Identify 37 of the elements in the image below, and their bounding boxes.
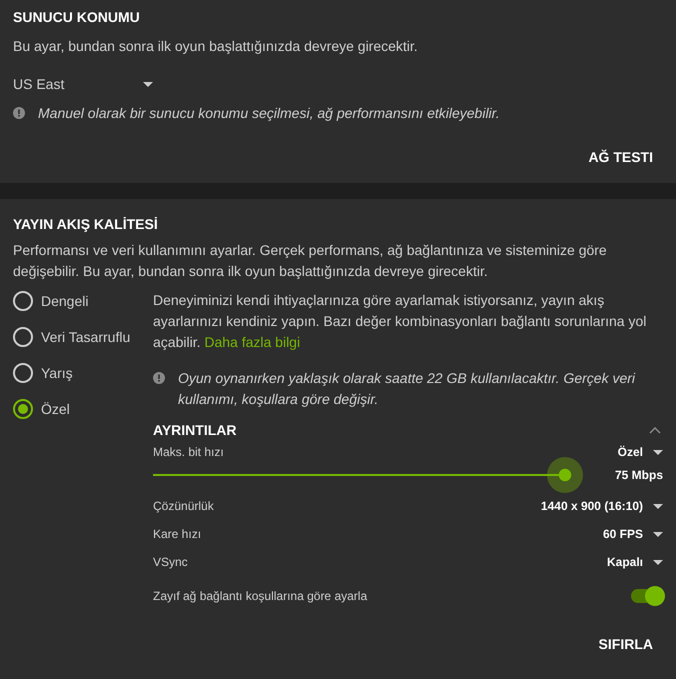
setting-label: VSync [153,555,188,569]
caret-icon [653,560,663,564]
details-title: AYRINTILAR [153,422,236,438]
bitrate-dropdown[interactable]: Özel [618,445,663,459]
bitrate-reading: 75 Mbps [614,468,663,482]
toggle-switch[interactable] [631,589,663,603]
setting-dropdown[interactable]: 1440 x 900 (16:10) [540,499,663,513]
custom-description: Deneyiminizi kendi ihtiyaçlarınıza göre ayarlamak istiyorsanız, yayın akış ayarlarınızı kendiniz yapın. Bazı değer kombinasyonları bağlantı sorunlarına yol açabilir. Daha fazla bilgi [153,291,648,352]
section-description: Performansı ve veri kullanımını ayarlar. Gerçek performans, ağ bağlantınıza ve sisteminize göre değişebilir. Bu ayar, bundan sonra ilk oyun başlattığınızda devreye girecektir. [13,241,608,281]
setting-label: Zayıf ağ bağlantı koşullarına göre ayarla [153,589,368,603]
info-icon [13,107,25,119]
section-description: Bu ayar, bundan sonra ilk oyun başlattığınızda devreye girecektir. [13,38,419,54]
preset-radio[interactable]: Dengeli [13,290,153,312]
info-icon [153,372,165,384]
caret-icon [653,504,663,508]
setting-label: Kare hızı [153,527,202,541]
preset-radio[interactable]: Özel [13,398,153,420]
section-title: YAYIN AKIŞ KALİTESİ [13,216,159,232]
data-usage-note: Oyun oynanırken yaklaşık olarak saatte 22 GB kullanılacaktır. Gerçek veri kullanımı, koşullara göre değişir. [178,369,636,409]
caret-icon [143,82,153,86]
section-title: SUNUCU KONUMU [13,9,141,25]
network-test-button[interactable]: AĞ TESTI [578,145,663,169]
slider-thumb[interactable] [546,457,583,493]
preset-radio[interactable]: Veri Tasarruflu [13,326,153,348]
reset-button[interactable]: SIFIRLA [588,632,663,656]
collapse-chevron-icon[interactable] [649,426,661,434]
preset-radio[interactable]: Yarış [13,362,153,384]
setting-label: Çözünürlük [153,499,214,513]
setting-dropdown[interactable]: Kapalı [606,555,663,569]
caret-icon [653,532,663,536]
bitrate-slider[interactable] [153,457,583,493]
setting-label: Maks. bit hızı [153,445,224,459]
setting-dropdown[interactable]: 60 FPS [602,527,663,541]
warning-note: Manuel olarak bir sunucu konumu seçilmesi, ağ performansını etkileyebilir. [38,104,500,123]
server-dropdown[interactable]: US East [13,76,153,92]
caret-icon [653,450,663,454]
learn-more-link[interactable]: Daha fazla bilgi [204,334,300,350]
